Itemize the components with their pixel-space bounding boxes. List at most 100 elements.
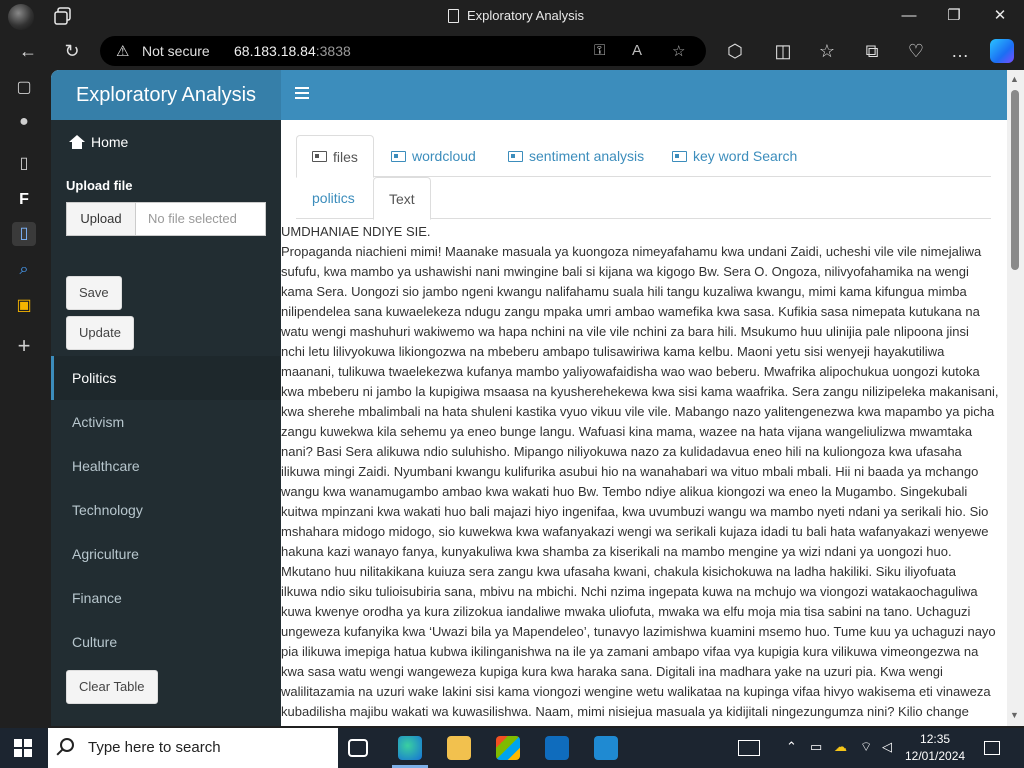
- menu-toggle-icon[interactable]: [295, 84, 309, 104]
- text-line: wangu kwa wanamugambo ambao kwa wakati h…: [281, 484, 968, 499]
- copilot-icon[interactable]: [990, 39, 1014, 63]
- tab-key-word-search[interactable]: key word Search: [657, 135, 812, 177]
- address-bar[interactable]: ⚠ Not secure 68.183.18.84:3838 ⚿ A ☆: [100, 36, 706, 66]
- tab-actions-icon[interactable]: ▢: [12, 76, 36, 100]
- tab-text[interactable]: Text: [373, 177, 431, 220]
- profile-avatar[interactable]: [8, 4, 34, 30]
- refresh-icon[interactable]: ↻: [60, 40, 84, 64]
- tab-files-label: files: [333, 148, 358, 165]
- task-view-icon[interactable]: [348, 739, 368, 757]
- sub-tabs: politics Text: [296, 177, 991, 220]
- text-line: maanani, tulikuwa twaelekezwa kufanya ma…: [281, 364, 980, 379]
- menu-item-activism[interactable]: Activism: [51, 400, 281, 444]
- close-icon[interactable]: ✕: [990, 6, 1010, 26]
- file-name-field[interactable]: No file selected: [136, 203, 265, 235]
- text-line: mshahara midogo midogo, sio kuwekwa kwa …: [281, 524, 989, 539]
- tools-icon[interactable]: ▣: [12, 294, 36, 318]
- taskbar-search[interactable]: Type here to search: [48, 728, 338, 768]
- extension-icon[interactable]: ●: [12, 110, 36, 134]
- performance-icon[interactable]: ♡: [904, 40, 928, 64]
- upload-label: Upload file: [66, 178, 133, 193]
- text-line: hakuna kazi wanayo fanya, kunyakuliwa kw…: [281, 544, 952, 559]
- browser-title-bar: Exploratory Analysis — ❐ ✕: [0, 0, 1024, 32]
- menu-item-politics[interactable]: Politics: [51, 356, 281, 400]
- tab-sentiment-analysis[interactable]: sentiment analysis: [493, 135, 659, 177]
- text-line: ilikuwa mingi Zaidi. Nyumbani kwangu kul…: [281, 464, 979, 479]
- favorites-icon[interactable]: ☆: [815, 40, 839, 64]
- search-sidebar-icon[interactable]: ⌕: [12, 258, 36, 282]
- volume-icon[interactable]: ◁: [882, 739, 892, 755]
- search-icon: [60, 738, 74, 752]
- tab-sentiment-label: sentiment analysis: [529, 148, 645, 164]
- text-line: kubadilisha majibu wakati wa kuwasilishw…: [281, 704, 969, 719]
- favorite-star-icon[interactable]: ☆: [672, 42, 685, 60]
- key-icon[interactable]: ⚿: [594, 42, 605, 59]
- text-line: Mkutano huu nilitakikana kuiuza sera zan…: [281, 564, 956, 579]
- notifications-icon[interactable]: [984, 741, 1000, 755]
- warning-icon[interactable]: ⚠: [116, 42, 129, 60]
- split-screen-icon[interactable]: ◫: [771, 40, 795, 64]
- minimize-icon[interactable]: —: [899, 6, 919, 26]
- scroll-down-icon[interactable]: ▼: [1010, 710, 1019, 720]
- text-line: nchi letu lilivyokuwa likiongozwa na mbe…: [281, 344, 945, 359]
- text-line: kwa mbeberu ni jambo la kupigiwa msaasa …: [281, 384, 999, 399]
- extensions-icon[interactable]: ⬡: [723, 40, 747, 64]
- document-icon[interactable]: ▯: [12, 152, 36, 176]
- update-button[interactable]: Update: [66, 316, 134, 350]
- url-text[interactable]: 68.183.18.84:3838: [234, 43, 351, 59]
- tab-title: Exploratory Analysis: [448, 8, 584, 23]
- vscode-icon[interactable]: [594, 736, 618, 760]
- store-icon[interactable]: [496, 736, 520, 760]
- more-menu-icon[interactable]: …: [948, 40, 972, 64]
- active-document-icon[interactable]: ▯: [12, 222, 36, 246]
- save-button[interactable]: Save: [66, 276, 122, 310]
- add-icon[interactable]: +: [12, 334, 36, 358]
- tab-wordcloud[interactable]: wordcloud: [376, 135, 491, 177]
- menu-item-agriculture[interactable]: Agriculture: [51, 532, 281, 576]
- device-icon[interactable]: ▭: [810, 739, 822, 755]
- menu-item-healthcare[interactable]: Healthcare: [51, 444, 281, 488]
- upload-button[interactable]: Upload: [67, 203, 136, 235]
- tab-politics[interactable]: politics: [297, 177, 370, 219]
- security-label[interactable]: Not secure: [142, 43, 210, 59]
- read-aloud-icon[interactable]: A: [632, 42, 642, 59]
- onedrive-icon[interactable]: ☁: [834, 739, 847, 755]
- menu-item-finance[interactable]: Finance: [51, 576, 281, 620]
- page-scrollbar[interactable]: ▲ ▼: [1007, 70, 1024, 726]
- scroll-up-icon[interactable]: ▲: [1010, 74, 1019, 84]
- text-line: kwa sherehe mbalimbali na hata shuleni k…: [281, 404, 995, 419]
- collections-icon[interactable]: ⧉: [860, 40, 884, 64]
- text-line: watu wengi mashuhuri wakiwemo wa hapa nc…: [281, 324, 969, 339]
- menu-item-culture[interactable]: Culture: [51, 620, 281, 664]
- id-card-icon: [312, 151, 327, 162]
- app-title: Exploratory Analysis: [51, 70, 281, 120]
- network-icon[interactable]: ⌔: [860, 739, 872, 755]
- text-line: nani? Basi Sera alikuwa ndio suluhisho. …: [281, 444, 962, 459]
- chevron-up-icon[interactable]: ⌃: [786, 739, 797, 755]
- file-explorer-icon[interactable]: [447, 736, 471, 760]
- page-icon: [448, 8, 459, 23]
- text-heading: UMDHANIAE NDIYE SIE.: [281, 224, 431, 239]
- scroll-thumb[interactable]: [1011, 90, 1019, 270]
- f-app-icon[interactable]: F: [12, 188, 36, 212]
- restore-icon[interactable]: ❐: [944, 6, 964, 26]
- main-content: files wordcloud sentiment analysis key w…: [281, 120, 1007, 726]
- id-card-icon: [672, 150, 687, 162]
- mail-icon[interactable]: [545, 736, 569, 760]
- clock-date: 12/01/2024: [905, 749, 966, 763]
- menu-item-technology[interactable]: Technology: [51, 488, 281, 532]
- tab-keyword-label: key word Search: [693, 148, 798, 164]
- text-line: kuitwa mpinzani kwa wakati huo bali maja…: [281, 504, 989, 519]
- workspaces-icon[interactable]: [54, 7, 72, 25]
- home-link[interactable]: Home: [69, 134, 128, 150]
- windows-start-icon[interactable]: [14, 739, 32, 757]
- edge-taskbar-icon[interactable]: [398, 736, 422, 760]
- windows-taskbar: Type here to search ⌃ ▭ ☁ ⌔ ◁ 12:35 12/0…: [0, 728, 1024, 768]
- tab-files[interactable]: files: [296, 135, 374, 178]
- keyboard-icon[interactable]: [738, 740, 760, 756]
- text-line: sufufu, kwa mambo ya ushawishi nani mwin…: [281, 264, 969, 279]
- clock[interactable]: 12:35 12/01/2024: [905, 731, 965, 765]
- file-input[interactable]: Upload No file selected: [66, 202, 266, 236]
- clear-table-button[interactable]: Clear Table: [66, 670, 158, 704]
- back-icon[interactable]: ←: [16, 40, 40, 64]
